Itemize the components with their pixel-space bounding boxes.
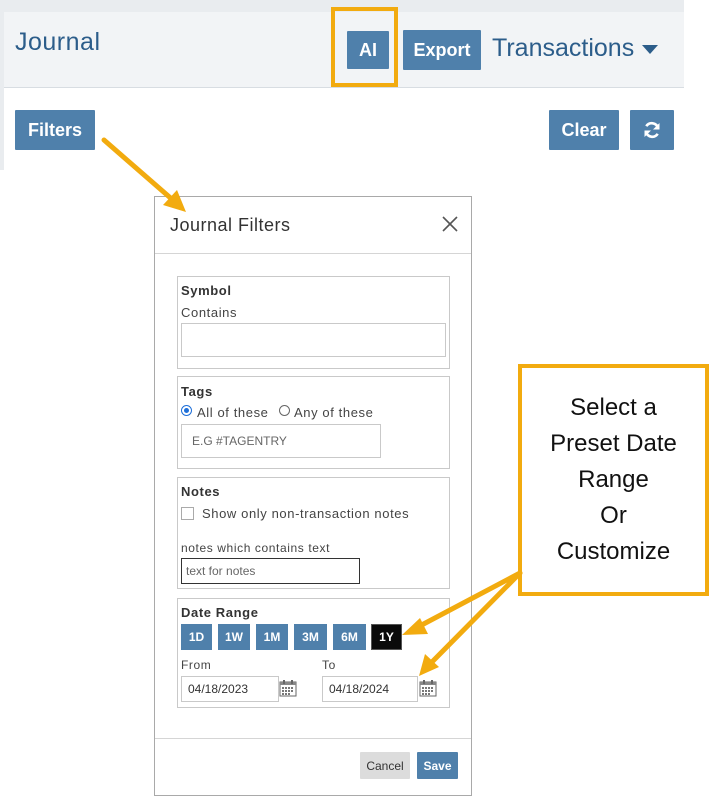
preset-6m-button[interactable]: 6M bbox=[333, 624, 366, 650]
symbol-legend: Symbol bbox=[181, 283, 232, 298]
any-of-these-radio[interactable] bbox=[279, 405, 290, 416]
non-transaction-notes-label: Show only non-transaction notes bbox=[202, 506, 410, 521]
from-label: From bbox=[181, 658, 212, 672]
callout-line: Range bbox=[578, 466, 649, 493]
export-button[interactable]: Export bbox=[403, 30, 481, 70]
non-transaction-notes-checkbox[interactable] bbox=[181, 507, 194, 520]
symbol-input[interactable] bbox=[181, 323, 446, 357]
save-button[interactable]: Save bbox=[417, 752, 458, 779]
tags-legend: Tags bbox=[181, 384, 213, 399]
all-of-these-radio[interactable] bbox=[181, 405, 192, 416]
from-calendar-icon[interactable] bbox=[279, 679, 297, 697]
annotation-callout: Select a Preset Date Range Or Customize bbox=[518, 364, 709, 596]
any-of-these-label: Any of these bbox=[294, 405, 374, 420]
date-range-legend: Date Range bbox=[181, 605, 259, 620]
to-date-input[interactable]: 04/18/2024 bbox=[322, 676, 418, 702]
transactions-label: Transactions bbox=[492, 34, 635, 62]
transactions-dropdown[interactable]: Transactions bbox=[492, 34, 659, 63]
close-button[interactable] bbox=[440, 214, 460, 234]
refresh-icon bbox=[644, 122, 660, 138]
cancel-button[interactable]: Cancel bbox=[360, 752, 410, 779]
to-calendar-icon[interactable] bbox=[419, 679, 437, 697]
preset-1d-button[interactable]: 1D bbox=[181, 624, 212, 650]
filters-button[interactable]: Filters bbox=[15, 110, 95, 150]
notes-text-input[interactable]: text for notes bbox=[181, 558, 360, 584]
dialog-footer-divider bbox=[155, 738, 471, 739]
refresh-button[interactable] bbox=[630, 110, 674, 150]
notes-legend: Notes bbox=[181, 484, 221, 499]
ai-highlight-box bbox=[331, 7, 398, 87]
dialog-title: Journal Filters bbox=[170, 215, 291, 235]
preset-1y-button[interactable]: 1Y bbox=[371, 624, 402, 650]
caret-down-icon bbox=[642, 45, 659, 54]
preset-1m-button[interactable]: 1M bbox=[256, 624, 288, 650]
page-title: Journal bbox=[15, 28, 101, 56]
contains-label: Contains bbox=[181, 305, 238, 320]
callout-line: Select a bbox=[570, 394, 657, 421]
to-label: To bbox=[322, 658, 336, 672]
preset-3m-button[interactable]: 3M bbox=[294, 624, 327, 650]
preset-1w-button[interactable]: 1W bbox=[218, 624, 250, 650]
notes-text-label: notes which contains text bbox=[181, 541, 331, 555]
clear-button[interactable]: Clear bbox=[549, 110, 619, 150]
callout-line: Or bbox=[600, 502, 627, 529]
arrow-to-dialog bbox=[101, 137, 177, 204]
from-date-input[interactable]: 04/18/2023 bbox=[181, 676, 279, 702]
callout-line: Customize bbox=[556, 538, 671, 565]
callout-line: Preset Date bbox=[550, 430, 677, 457]
dialog-header-divider bbox=[155, 253, 471, 254]
tags-input[interactable]: E.G #TAGENTRY bbox=[181, 424, 381, 458]
all-of-these-label: All of these bbox=[197, 405, 269, 420]
close-icon bbox=[442, 216, 458, 232]
